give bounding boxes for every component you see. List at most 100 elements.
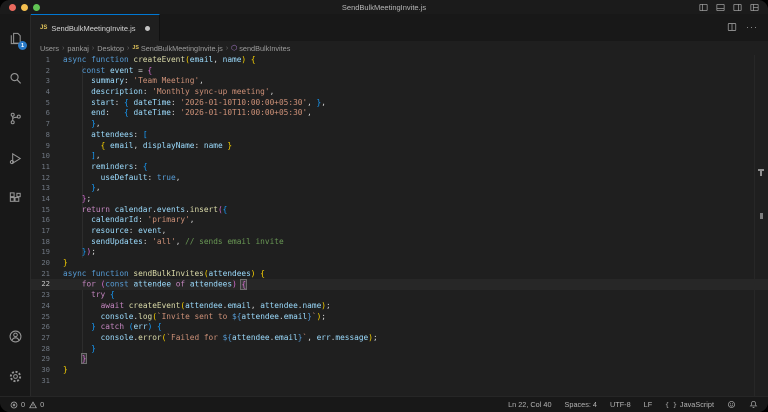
run-debug-icon[interactable] [0, 138, 30, 178]
line-number[interactable]: 5 [31, 98, 63, 109]
code-line[interactable]: 18 sendUpdates: 'all', // sends email in… [31, 237, 768, 248]
breadcrumb-separator-icon: › [91, 44, 95, 52]
toggle-secondary-sidebar-icon[interactable] [733, 3, 742, 12]
code-line[interactable]: 17 resource: event, [31, 226, 768, 237]
code-line[interactable]: 12 useDefault: true, [31, 173, 768, 184]
js-file-icon: JS [40, 25, 48, 31]
code-line[interactable]: 27 console.error(`Failed for ${attendee.… [31, 333, 768, 344]
line-number[interactable]: 24 [31, 301, 63, 312]
code-line[interactable]: 6 end: { dateTime: '2026-01-10T11:00:00+… [31, 108, 768, 119]
code-line[interactable]: 1 async function createEvent(email, name)… [31, 55, 768, 66]
code-line[interactable]: 23 try { [31, 290, 768, 301]
close-window-button[interactable] [9, 3, 16, 11]
code-line-content: console.error(`Failed for ${attendee.ema… [100, 332, 378, 342]
line-number[interactable]: 14 [31, 194, 63, 205]
extensions-icon[interactable] [0, 178, 30, 218]
settings-gear-icon[interactable] [0, 356, 30, 396]
line-number[interactable]: 26 [31, 322, 63, 333]
more-actions-icon[interactable]: ··· [746, 23, 758, 32]
code-line[interactable]: 26 } catch (err) { [31, 322, 768, 333]
breadcrumb-item[interactable]: pankaj [67, 44, 89, 53]
maximize-window-button[interactable] [33, 3, 40, 11]
code-line[interactable]: 15 return calendar.events.insert({ [31, 205, 768, 216]
code-line[interactable]: 29 } [31, 353, 768, 365]
eol-sequence[interactable]: LF [644, 400, 653, 409]
code-line[interactable]: 13 }, [31, 183, 768, 194]
line-number[interactable]: 6 [31, 108, 63, 119]
account-icon[interactable] [0, 316, 30, 356]
source-control-icon[interactable] [0, 98, 30, 138]
line-number[interactable]: 4 [31, 87, 63, 98]
line-number[interactable]: 19 [31, 247, 63, 258]
split-editor-icon[interactable] [727, 19, 737, 37]
code-line[interactable]: 14 }; [31, 194, 768, 205]
toggle-primary-sidebar-icon[interactable] [699, 3, 708, 12]
indentation-setting[interactable]: Spaces: 4 [565, 400, 597, 409]
code-line[interactable]: 5 start: { dateTime: '2026-01-10T10:00:0… [31, 98, 768, 109]
line-number[interactable]: 1 [31, 55, 63, 66]
line-number[interactable]: 20 [31, 258, 63, 269]
feedback-icon[interactable] [727, 400, 736, 409]
notifications-bell-icon[interactable] [749, 400, 758, 409]
code-line[interactable]: 3 summary: 'Team Meeting', [31, 76, 768, 87]
breadcrumb-item[interactable]: Users [40, 44, 59, 53]
code-line[interactable]: 21 async function sendBulkInvites(attende… [31, 269, 768, 280]
line-number[interactable]: 13 [31, 183, 63, 194]
code-line[interactable]: 10 ], [31, 151, 768, 162]
code-line-content: ], [91, 151, 101, 161]
code-line[interactable]: 2 const event = { [31, 66, 768, 77]
toggle-panel-icon[interactable] [716, 3, 725, 12]
search-icon[interactable] [0, 58, 30, 98]
code-line[interactable]: 31 [31, 376, 768, 387]
line-number[interactable]: 29 [31, 354, 63, 365]
minimize-window-button[interactable] [21, 3, 28, 11]
code-line[interactable]: 25 console.log(`Invite sent to ${attende… [31, 312, 768, 323]
line-number[interactable]: 16 [31, 215, 63, 226]
breadcrumb-item[interactable]: ⬡ sendBulkInvites [231, 44, 290, 53]
line-number[interactable]: 31 [31, 376, 63, 387]
minimap-scrollbar[interactable] [754, 55, 768, 396]
code-editor[interactable]: 1 async function createEvent(email, name)… [31, 55, 768, 396]
code-line[interactable]: 22 for (const attendee of attendees) { [31, 278, 768, 291]
modified-dot-icon[interactable] [144, 25, 150, 31]
code-line[interactable]: 4 description: 'Monthly sync-up meeting'… [31, 87, 768, 98]
cursor-position[interactable]: Ln 22, Col 40 [508, 400, 551, 409]
line-number[interactable]: 7 [31, 119, 63, 130]
encoding[interactable]: UTF-8 [610, 400, 631, 409]
code-line[interactable]: 28 } [31, 344, 768, 355]
line-number[interactable]: 23 [31, 290, 63, 301]
line-number[interactable]: 21 [31, 269, 63, 280]
line-number[interactable]: 17 [31, 226, 63, 237]
code-line[interactable]: 7 }, [31, 119, 768, 130]
code-line[interactable]: 9 { email, displayName: name } [31, 141, 768, 152]
line-number[interactable]: 30 [31, 365, 63, 376]
line-number[interactable]: 2 [31, 66, 63, 77]
line-number[interactable]: 27 [31, 333, 63, 344]
code-line[interactable]: 24 await createEvent(attendee.email, att… [31, 301, 768, 312]
line-number[interactable]: 12 [31, 173, 63, 184]
customize-layout-icon[interactable] [750, 3, 759, 12]
line-number[interactable]: 11 [31, 162, 63, 173]
line-number[interactable]: 8 [31, 130, 63, 141]
explorer-icon[interactable]: 1 [0, 18, 30, 58]
language-mode[interactable]: { } JavaScript [665, 400, 714, 409]
problems-warnings[interactable]: 0 [29, 400, 44, 409]
breadcrumb-item[interactable]: Desktop [97, 44, 124, 53]
problems-errors[interactable]: 0 [10, 400, 25, 409]
line-number[interactable]: 18 [31, 237, 63, 248]
line-number[interactable]: 22 [31, 279, 63, 290]
code-line[interactable]: 20} [31, 258, 768, 269]
tab-sendbulkmeetinginvite[interactable]: JS SendBulkMeetingInvite.js [31, 14, 160, 41]
code-line[interactable]: 11 reminders: { [31, 162, 768, 173]
line-number[interactable]: 9 [31, 141, 63, 152]
line-number[interactable]: 15 [31, 205, 63, 216]
code-line[interactable]: 8 attendees: [ [31, 130, 768, 141]
line-number[interactable]: 28 [31, 344, 63, 355]
code-line[interactable]: 19 }); [31, 247, 768, 258]
breadcrumb-item[interactable]: JS SendBulkMeetingInvite.js [132, 44, 222, 53]
line-number[interactable]: 25 [31, 312, 63, 323]
line-number[interactable]: 3 [31, 76, 63, 87]
code-line[interactable]: 16 calendarId: 'primary', [31, 215, 768, 226]
code-line[interactable]: 30} [31, 365, 768, 376]
line-number[interactable]: 10 [31, 151, 63, 162]
